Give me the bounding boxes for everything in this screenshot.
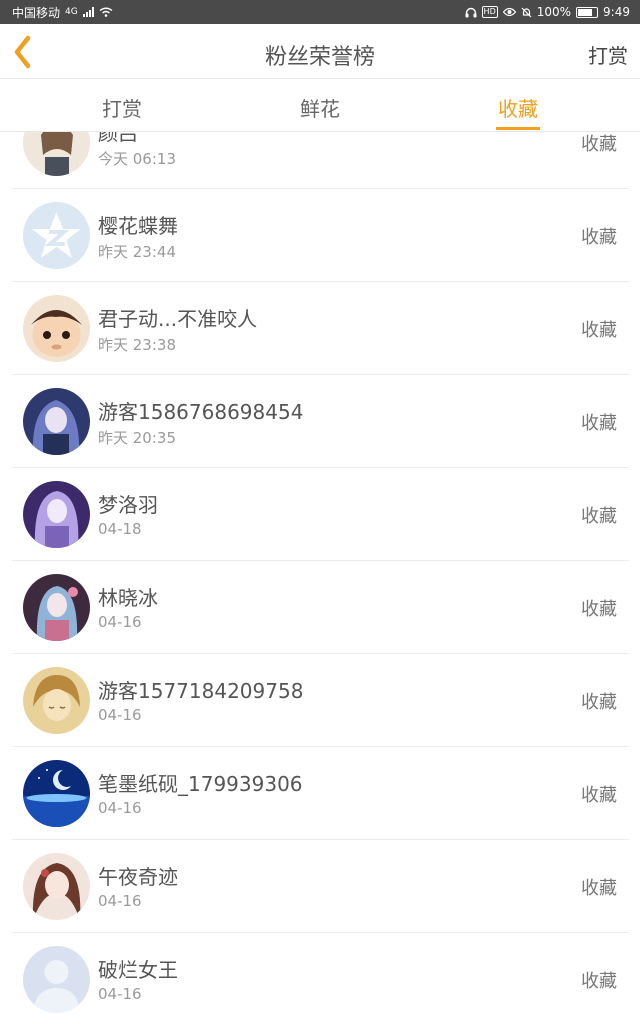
reward-type: 收藏 [581,785,617,806]
avatar [23,132,90,176]
reward-type: 收藏 [581,413,617,434]
fan-list[interactable]: 颜吕 今天 06:13 收藏 樱花蝶舞 昨天 23:44 收藏 君子动...不准… [0,132,640,1024]
battery-icon [576,6,599,18]
fan-name: 笔墨纸砚_179939306 [98,772,303,796]
anime-girl-avatar-icon [23,388,90,455]
anime-girl-avatar-icon [23,853,90,920]
reward-type: 收藏 [581,971,617,992]
fan-name: 林晓冰 [98,586,158,610]
fan-time: 04-18 [98,520,142,538]
list-item[interactable]: 梦洛羽 04-18 收藏 [12,468,629,561]
fan-time: 04-16 [98,613,142,631]
list-item[interactable]: 樱花蝶舞 昨天 23:44 收藏 [12,189,629,282]
status-bar: 中国移动 4G HD 100% 9:49 [0,0,640,24]
fan-name: 游客1586768698454 [98,400,304,424]
list-item[interactable]: 午夜奇迹 04-16 收藏 [12,840,629,933]
carrier-label: 中国移动 [12,5,61,20]
fan-time: 今天 06:13 [98,150,176,168]
tip-button[interactable]: 打赏 [588,40,628,69]
doll-avatar-icon [23,295,90,362]
eye-icon [502,7,516,17]
list-item[interactable]: 游客1586768698454 昨天 20:35 收藏 [12,375,629,468]
avatar [23,202,90,269]
default-person-avatar-icon [23,946,90,1013]
reward-type: 收藏 [581,692,617,713]
fan-name: 午夜奇迹 [98,865,178,889]
fan-time: 昨天 23:38 [98,336,176,354]
fan-name: 颜吕 [98,132,138,145]
nav-header: 粉丝荣誉榜 打赏 [0,24,640,79]
list-item[interactable]: 林晓冰 04-16 收藏 [12,561,629,654]
fan-time: 04-16 [98,799,142,817]
headphones-icon [465,7,477,17]
fan-time: 04-16 [98,985,142,1003]
wifi-icon [99,7,113,17]
fan-time: 昨天 23:44 [98,243,176,261]
tab-flowers[interactable]: 鲜花 [260,93,380,122]
anime-girl-avatar-icon [23,132,90,176]
reward-type: 收藏 [581,506,617,527]
reward-type: 收藏 [581,599,617,620]
fan-name: 破烂女王 [98,958,178,982]
battery-percent: 100% [536,5,572,19]
hd-icon: HD [481,6,498,18]
anime-girl-avatar-icon [23,574,90,641]
moon-night-avatar-icon [23,760,90,827]
tab-bar: 打赏 鲜花 收藏 [0,79,640,132]
list-item[interactable]: 游客1577184209758 04-16 收藏 [12,654,629,747]
avatar [23,481,90,548]
anime-girl-avatar-icon [23,481,90,548]
avatar [23,388,90,455]
fan-name: 游客1577184209758 [98,679,304,703]
network-label: 4G [65,7,78,17]
fan-name: 梦洛羽 [98,493,158,517]
clock: 9:49 [603,5,630,19]
tab-favorites[interactable]: 收藏 [458,93,578,122]
list-item[interactable]: 君子动...不准咬人 昨天 23:38 收藏 [12,282,629,375]
avatar [23,295,90,362]
reward-type: 收藏 [581,320,617,341]
fan-time: 04-16 [98,892,142,910]
mute-bell-icon [521,7,532,17]
tab-tip[interactable]: 打赏 [62,93,182,122]
avatar [23,760,90,827]
fan-name: 君子动...不准咬人 [98,307,258,331]
avatar [23,667,90,734]
signal-icon [82,7,94,17]
list-item[interactable]: 笔墨纸砚_179939306 04-16 收藏 [12,747,629,840]
fan-time: 04-16 [98,706,142,724]
reward-type: 收藏 [581,134,617,155]
active-tab-indicator [496,127,540,130]
qq-default-avatar-icon [23,202,90,269]
reward-type: 收藏 [581,878,617,899]
page-title: 粉丝荣誉榜 [264,45,375,70]
fan-time: 昨天 20:35 [98,429,176,447]
fan-name: 樱花蝶舞 [98,214,178,238]
reward-type: 收藏 [581,227,617,248]
avatar [23,946,90,1013]
avatar [23,574,90,641]
list-item[interactable]: 颜吕 今天 06:13 收藏 [12,132,629,189]
anime-boy-avatar-icon [23,667,90,734]
avatar [23,853,90,920]
list-item[interactable]: 破烂女王 04-16 收藏 [12,933,629,1024]
